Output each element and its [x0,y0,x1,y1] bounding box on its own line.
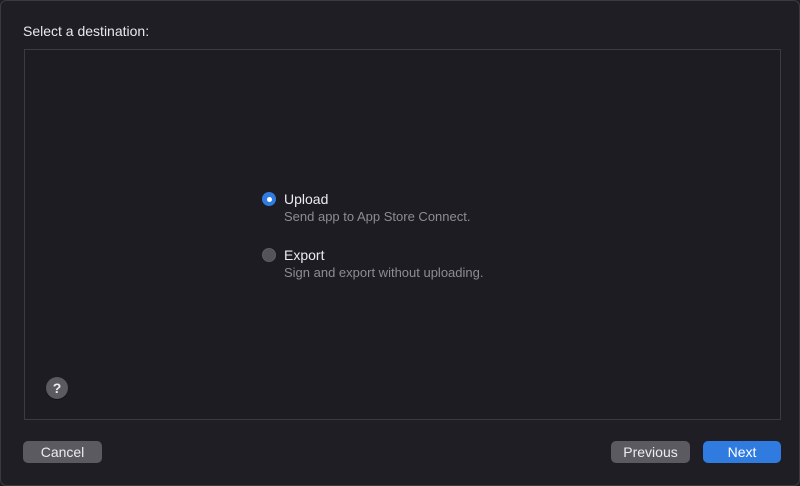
upload-option[interactable]: Upload Send app to App Store Connect. [262,190,470,225]
distribution-dialog: Select a destination: Upload Send app to… [0,0,800,486]
help-button[interactable]: ? [46,377,68,399]
export-radio-button[interactable] [262,248,276,262]
upload-radio-button[interactable] [262,192,276,206]
export-option-subtitle: Sign and export without uploading. [284,265,484,280]
dialog-heading: Select a destination: [23,23,150,39]
destination-panel: Upload Send app to App Store Connect. Ex… [24,49,781,420]
next-button[interactable]: Next [703,441,781,463]
export-option[interactable]: Export Sign and export without uploading… [262,246,483,281]
upload-option-subtitle: Send app to App Store Connect. [284,209,471,224]
export-option-text: Export Sign and export without uploading… [284,246,483,281]
upload-option-title: Upload [284,191,329,207]
export-option-title: Export [284,247,325,263]
cancel-button[interactable]: Cancel [23,441,102,463]
previous-button[interactable]: Previous [611,441,690,463]
upload-option-text: Upload Send app to App Store Connect. [284,190,470,225]
